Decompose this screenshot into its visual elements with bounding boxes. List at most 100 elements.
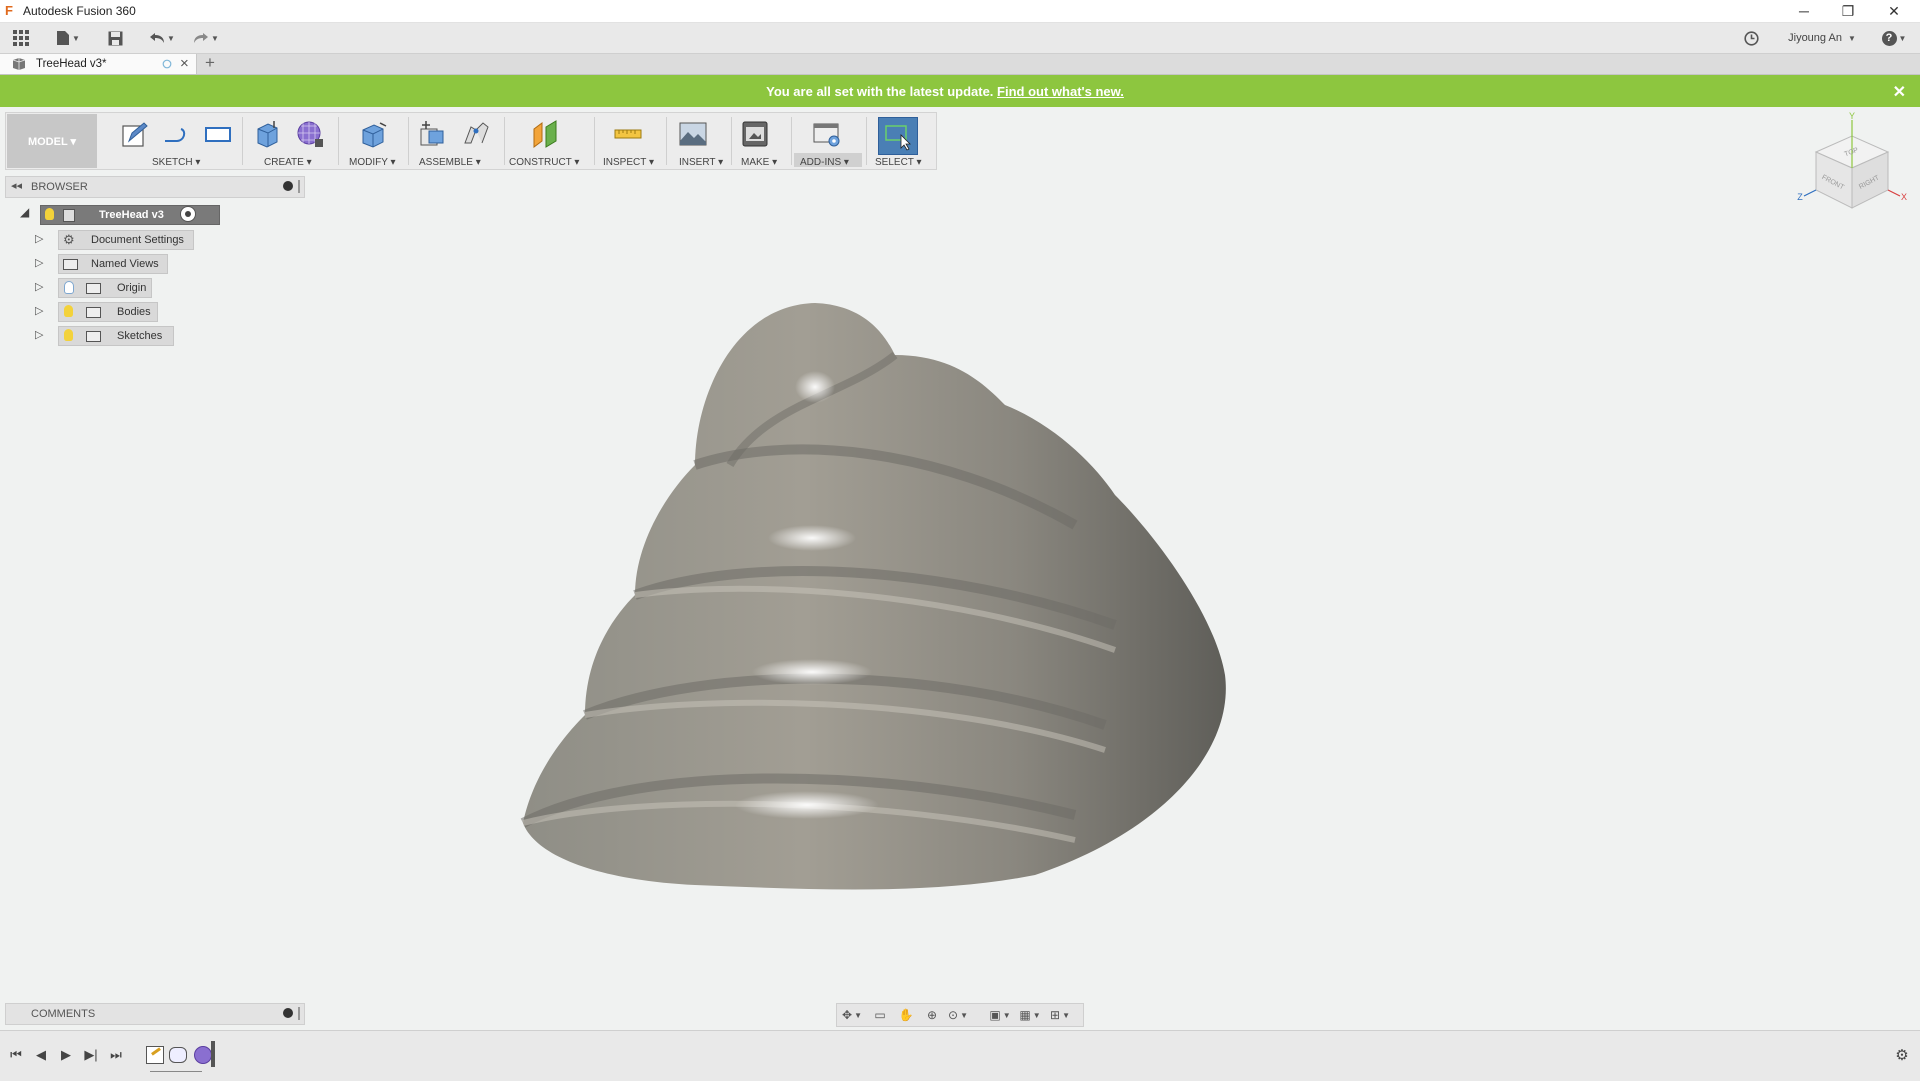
axis-y-label: Y [1849, 112, 1855, 121]
sketch-menu[interactable]: SKETCH ▾ [152, 157, 200, 168]
create-sketch-button[interactable] [119, 119, 149, 149]
comments-resize-handle[interactable] [298, 1007, 300, 1020]
inspect-menu[interactable]: INSPECT ▾ [603, 157, 654, 168]
step-back-icon[interactable]: ◀ [31, 1045, 51, 1065]
rectangle-icon [205, 127, 231, 142]
offset-plane-button[interactable] [530, 119, 560, 149]
browser-resize-handle[interactable] [298, 180, 300, 193]
select-menu[interactable]: SELECT ▾ [875, 157, 922, 168]
tree-item-bodies[interactable]: ▷ Bodies [0, 302, 200, 322]
zoom-icon[interactable]: ⊕ [921, 1007, 943, 1023]
play-icon[interactable]: ▶ [56, 1045, 76, 1065]
navigation-toolbar: ✥ ▼ ▭ ✋ ⊕ ⊙ ▼ ▣ ▼ ▦ ▼ ⊞ ▼ [836, 1003, 1084, 1027]
make-menu[interactable]: MAKE ▾ [741, 157, 777, 168]
grid-settings-icon[interactable]: ▦ ▼ [1019, 1007, 1041, 1023]
redo-button[interactable]: ▼ [190, 28, 222, 48]
tree-item-named-views[interactable]: ▷ Named Views [0, 254, 200, 274]
comments-panel-header[interactable]: COMMENTS [5, 1003, 305, 1025]
root-component-label: TreeHead v3 [99, 209, 164, 221]
new-component-button[interactable] [417, 119, 447, 149]
design-document-icon [12, 58, 26, 70]
document-tab-treehead[interactable]: TreeHead v3* × [0, 54, 197, 74]
collapse-browser-icon[interactable]: ◂◂ [11, 179, 22, 192]
tree-item-label: Origin [117, 282, 147, 294]
root-collapse-icon[interactable]: ◢ [20, 205, 29, 219]
extrude-button[interactable] [252, 119, 282, 149]
press-pull-button[interactable] [358, 119, 388, 149]
timeline-marker[interactable] [211, 1041, 215, 1067]
tree-item-sketches[interactable]: ▷ Sketches [0, 326, 200, 346]
user-account-menu[interactable]: Jiyoung An ▼ [1782, 28, 1862, 48]
browser-root-row[interactable]: ◢ TreeHead v3 [20, 205, 220, 225]
folder-icon [86, 307, 101, 318]
help-icon: ? [1881, 30, 1897, 46]
save-button[interactable] [104, 28, 126, 48]
folder-icon [86, 331, 101, 342]
help-menu-button[interactable]: ? ▼ [1878, 28, 1910, 48]
browser-pin-icon[interactable] [283, 181, 293, 191]
close-banner-button[interactable]: ✕ [1893, 82, 1906, 102]
viewcube[interactable]: TOP FRONT RIGHT Y Z X [1792, 111, 1912, 232]
step-forward-icon[interactable]: ▶| [81, 1045, 101, 1065]
rectangle-tool-button[interactable] [203, 119, 233, 149]
3d-print-button[interactable] [740, 119, 770, 149]
construct-menu[interactable]: CONSTRUCT ▾ [509, 157, 579, 168]
timeline-sketch-feature-icon[interactable] [146, 1046, 164, 1064]
toolbar-separator [791, 117, 792, 165]
assemble-menu[interactable]: ASSEMBLE ▾ [419, 157, 481, 168]
activate-component-icon[interactable] [180, 206, 196, 222]
expand-arrow-icon[interactable]: ▷ [35, 256, 47, 270]
workspace-switcher[interactable]: MODEL ▾ [7, 114, 97, 168]
expand-arrow-icon[interactable]: ▷ [35, 328, 47, 342]
visibility-bulb-icon[interactable] [64, 329, 73, 341]
file-menu-button[interactable]: ▼ [52, 28, 84, 48]
new-tab-button[interactable]: + [205, 53, 215, 73]
go-to-end-icon[interactable]: ⏭ [106, 1045, 126, 1065]
timeline-form-body-icon[interactable] [194, 1046, 212, 1064]
joint-button[interactable] [461, 119, 491, 149]
close-document-tab-button[interactable]: × [180, 55, 189, 72]
measure-button[interactable] [613, 119, 643, 149]
minimize-button[interactable]: ─ [1782, 0, 1826, 22]
line-tool-button[interactable] [161, 119, 191, 149]
expand-arrow-icon[interactable]: ▷ [35, 232, 47, 246]
tree-item-origin[interactable]: ▷ Origin [0, 278, 200, 298]
look-at-icon[interactable]: ▭ [869, 1007, 891, 1023]
addins-menu[interactable]: ADD-INS ▾ [800, 157, 849, 168]
restore-button[interactable]: ❐ [1826, 0, 1870, 22]
undo-button[interactable]: ▼ [146, 28, 178, 48]
modify-menu[interactable]: MODIFY ▾ [349, 157, 396, 168]
add-comment-icon[interactable] [283, 1008, 293, 1018]
pan-hand-icon[interactable]: ✋ [895, 1007, 917, 1023]
visibility-bulb-icon[interactable] [45, 208, 54, 220]
close-window-button[interactable]: ✕ [1872, 0, 1916, 22]
visibility-bulb-icon[interactable] [64, 305, 73, 317]
visibility-bulb-off-icon[interactable] [64, 281, 74, 294]
go-to-start-icon[interactable]: ⏮ [6, 1045, 26, 1065]
model-body-treehead[interactable] [515, 295, 1235, 895]
axis-z-label: Z [1797, 192, 1803, 202]
fit-zoom-icon[interactable]: ⊙ ▼ [947, 1007, 969, 1023]
create-menu[interactable]: CREATE ▾ [264, 157, 312, 168]
browser-panel-header[interactable]: ◂◂ BROWSER [5, 176, 305, 198]
expand-arrow-icon[interactable]: ▷ [35, 304, 47, 318]
orbit-icon[interactable]: ✥ ▼ [841, 1007, 863, 1023]
display-settings-icon[interactable]: ▣ ▼ [989, 1007, 1011, 1023]
expand-arrow-icon[interactable]: ▷ [35, 280, 47, 294]
select-button[interactable] [878, 117, 918, 155]
insert-menu[interactable]: INSERT ▾ [679, 157, 723, 168]
tree-item-document-settings[interactable]: ▷ ⚙ Document Settings [0, 230, 200, 250]
timeline-settings-gear-icon[interactable]: ⚙ [1892, 1045, 1912, 1065]
gear-icon: ⚙ [63, 232, 75, 247]
toolbar-separator [731, 117, 732, 165]
timeline-form-feature-icon[interactable] [169, 1047, 187, 1063]
create-form-button[interactable] [295, 119, 325, 149]
data-panel-grid-icon[interactable] [10, 28, 32, 48]
select-cursor-icon [885, 125, 911, 151]
scripts-addins-button[interactable] [812, 119, 842, 149]
toolbar-separator [866, 117, 867, 165]
whats-new-link[interactable]: Find out what's new. [997, 84, 1124, 99]
job-status-clock-icon[interactable] [1741, 28, 1761, 48]
attached-canvas-button[interactable] [678, 119, 708, 149]
viewports-icon[interactable]: ⊞ ▼ [1049, 1007, 1071, 1023]
